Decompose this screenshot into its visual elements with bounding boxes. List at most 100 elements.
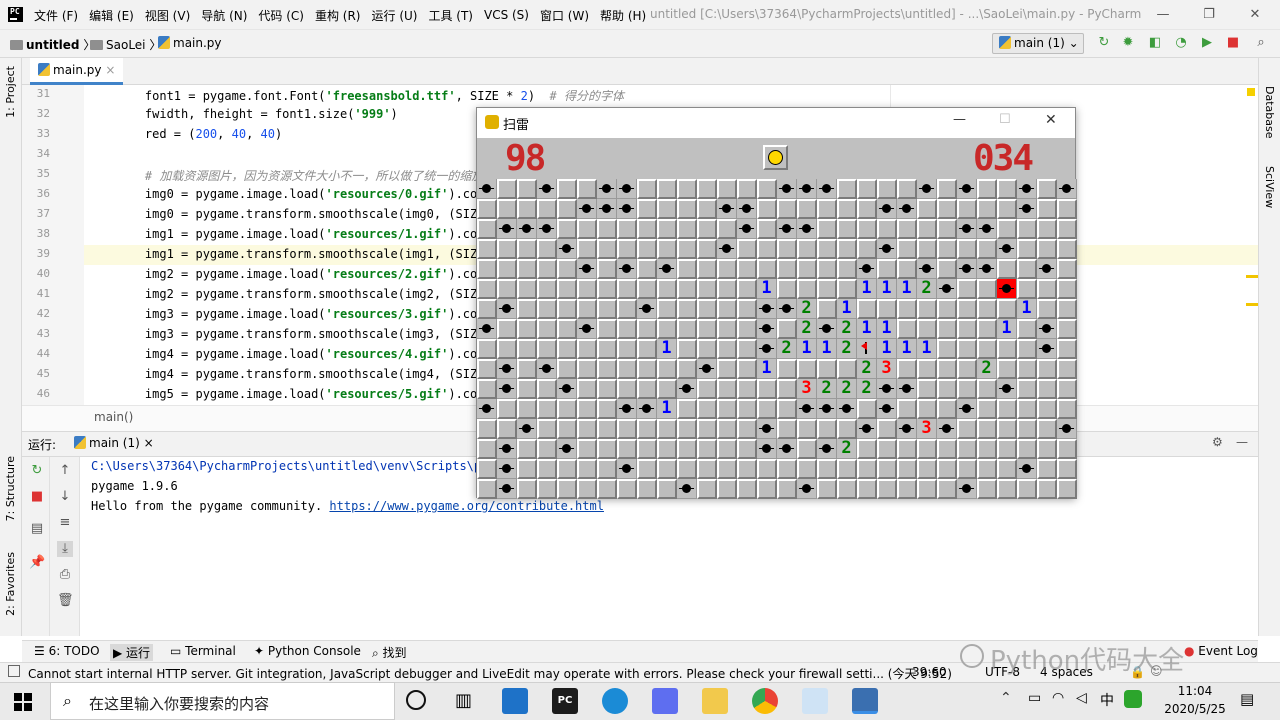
covered-cell[interactable] bbox=[717, 479, 737, 499]
covered-cell[interactable] bbox=[537, 399, 557, 419]
covered-cell[interactable] bbox=[837, 479, 857, 499]
mine-cell[interactable] bbox=[597, 179, 617, 199]
covered-cell[interactable] bbox=[937, 259, 957, 279]
covered-cell[interactable] bbox=[957, 239, 977, 259]
number-cell[interactable]: 1 bbox=[857, 319, 877, 339]
covered-cell[interactable] bbox=[537, 239, 557, 259]
covered-cell[interactable] bbox=[737, 399, 757, 419]
mine-cell[interactable] bbox=[957, 479, 977, 499]
covered-cell[interactable] bbox=[937, 439, 957, 459]
covered-cell[interactable] bbox=[737, 319, 757, 339]
number-cell[interactable]: 1 bbox=[817, 339, 837, 359]
pycharm-taskbar-icon[interactable]: PC bbox=[552, 688, 578, 714]
tray-up-icon[interactable]: ⌃ bbox=[1000, 690, 1012, 706]
mine-cell[interactable] bbox=[497, 219, 517, 239]
up-icon[interactable]: ↑ bbox=[57, 463, 73, 479]
covered-cell[interactable] bbox=[737, 239, 757, 259]
feishu-icon[interactable] bbox=[652, 688, 678, 714]
covered-cell[interactable] bbox=[877, 479, 897, 499]
mine-cell[interactable] bbox=[617, 259, 637, 279]
coverage-icon[interactable]: ◧ bbox=[1148, 36, 1162, 50]
covered-cell[interactable] bbox=[677, 299, 697, 319]
covered-cell[interactable] bbox=[917, 439, 937, 459]
run-tab-bottom[interactable]: ▶ 运行 bbox=[110, 644, 154, 661]
notification-icon[interactable]: ▤ bbox=[1240, 690, 1254, 708]
covered-cell[interactable] bbox=[657, 479, 677, 499]
covered-cell[interactable] bbox=[1057, 219, 1077, 239]
mine-cell[interactable] bbox=[497, 379, 517, 399]
caret-position[interactable]: 39:60 bbox=[912, 665, 947, 679]
flag-cell[interactable] bbox=[857, 339, 877, 359]
covered-cell[interactable] bbox=[737, 419, 757, 439]
covered-cell[interactable] bbox=[717, 399, 737, 419]
covered-cell[interactable] bbox=[937, 379, 957, 399]
mine-cell[interactable] bbox=[777, 439, 797, 459]
covered-cell[interactable] bbox=[857, 199, 877, 219]
code-line[interactable]: red = (200, 40, 40) bbox=[116, 127, 282, 141]
covered-cell[interactable] bbox=[477, 239, 497, 259]
mine-cell[interactable] bbox=[677, 479, 697, 499]
covered-cell[interactable] bbox=[677, 439, 697, 459]
mine-cell[interactable] bbox=[477, 399, 497, 419]
number-cell[interactable]: 1 bbox=[757, 279, 777, 299]
soft-wrap-icon[interactable]: ≡ bbox=[57, 515, 73, 531]
restore-icon[interactable]: ❐ bbox=[1186, 0, 1232, 30]
covered-cell[interactable] bbox=[797, 459, 817, 479]
covered-cell[interactable] bbox=[657, 439, 677, 459]
mine-cell[interactable] bbox=[717, 239, 737, 259]
mine-cell[interactable] bbox=[857, 419, 877, 439]
covered-cell[interactable] bbox=[477, 379, 497, 399]
breadcrumb-project[interactable]: untitled 〉 bbox=[10, 36, 95, 53]
mine-cell[interactable] bbox=[757, 439, 777, 459]
mine-cell[interactable] bbox=[497, 439, 517, 459]
warning-marker[interactable] bbox=[1247, 88, 1255, 96]
covered-cell[interactable] bbox=[1017, 279, 1037, 299]
covered-cell[interactable] bbox=[497, 339, 517, 359]
mine-cell[interactable] bbox=[617, 459, 637, 479]
menu-item[interactable]: 帮助 (H) bbox=[600, 7, 646, 24]
covered-cell[interactable] bbox=[997, 399, 1017, 419]
covered-cell[interactable] bbox=[517, 279, 537, 299]
number-cell[interactable]: 2 bbox=[917, 279, 937, 299]
covered-cell[interactable] bbox=[737, 339, 757, 359]
clock-date[interactable]: 2020/5/25 bbox=[1150, 702, 1240, 716]
covered-cell[interactable] bbox=[637, 319, 657, 339]
covered-cell[interactable] bbox=[717, 419, 737, 439]
mine-cell[interactable] bbox=[657, 259, 677, 279]
sciview-tool-tab[interactable]: SciView bbox=[1263, 166, 1276, 208]
covered-cell[interactable] bbox=[617, 299, 637, 319]
covered-cell[interactable] bbox=[857, 399, 877, 419]
covered-cell[interactable] bbox=[577, 359, 597, 379]
covered-cell[interactable] bbox=[817, 459, 837, 479]
maximize-icon[interactable]: ☐ bbox=[999, 112, 1011, 127]
number-cell[interactable]: 1 bbox=[917, 339, 937, 359]
mine-cell[interactable] bbox=[617, 399, 637, 419]
covered-cell[interactable] bbox=[977, 419, 997, 439]
covered-cell[interactable] bbox=[637, 199, 657, 219]
code-line[interactable]: img0 = pygame.image.load('resources/0.gi… bbox=[116, 187, 528, 201]
covered-cell[interactable] bbox=[657, 239, 677, 259]
covered-cell[interactable] bbox=[717, 219, 737, 239]
number-cell[interactable]: 1 bbox=[857, 279, 877, 299]
covered-cell[interactable] bbox=[697, 239, 717, 259]
covered-cell[interactable] bbox=[817, 299, 837, 319]
covered-cell[interactable] bbox=[1017, 219, 1037, 239]
ime-lang[interactable]: 中 bbox=[1100, 690, 1114, 710]
mine-cell[interactable] bbox=[757, 339, 777, 359]
covered-cell[interactable] bbox=[797, 359, 817, 379]
covered-cell[interactable] bbox=[477, 459, 497, 479]
file-explorer-icon[interactable] bbox=[702, 688, 728, 714]
mine-cell[interactable] bbox=[1057, 179, 1077, 199]
covered-cell[interactable] bbox=[817, 199, 837, 219]
covered-cell[interactable] bbox=[577, 219, 597, 239]
profile-icon[interactable]: ◔ bbox=[1174, 36, 1188, 50]
covered-cell[interactable] bbox=[917, 359, 937, 379]
covered-cell[interactable] bbox=[677, 359, 697, 379]
covered-cell[interactable] bbox=[537, 259, 557, 279]
covered-cell[interactable] bbox=[917, 299, 937, 319]
covered-cell[interactable] bbox=[677, 419, 697, 439]
mine-cell[interactable] bbox=[877, 399, 897, 419]
covered-cell[interactable] bbox=[617, 359, 637, 379]
covered-cell[interactable] bbox=[777, 379, 797, 399]
covered-cell[interactable] bbox=[557, 179, 577, 199]
